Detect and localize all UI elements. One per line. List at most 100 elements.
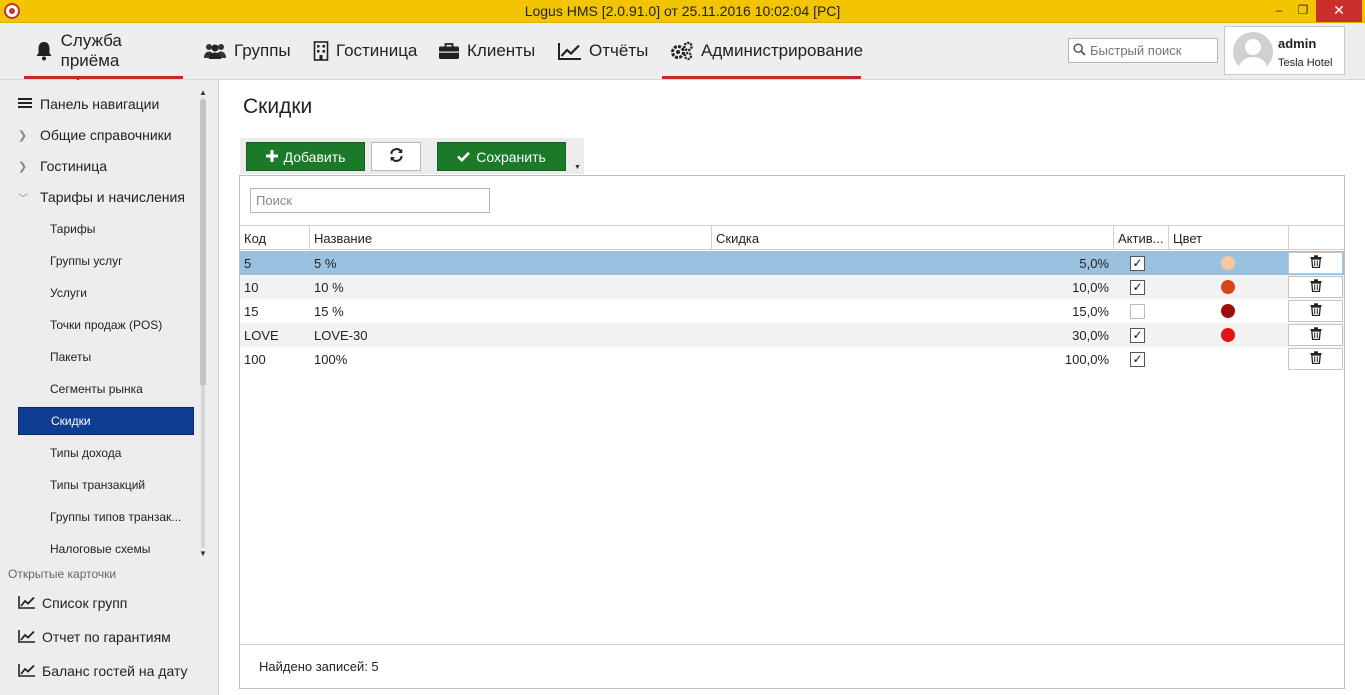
chevron-right-icon: ❯ (18, 129, 28, 142)
delete-button[interactable] (1288, 324, 1343, 346)
active-checkbox[interactable]: ✓ (1130, 351, 1145, 367)
nav-label: Группы (234, 41, 291, 60)
trash-icon (1310, 327, 1322, 343)
user-card[interactable]: admin Tesla Hotel (1224, 26, 1345, 75)
sidebar-subitem-market-segments[interactable]: Сегменты рынка (18, 375, 194, 403)
delete-button[interactable] (1288, 252, 1343, 274)
table-row[interactable]: LOVE LOVE-30 30,0% ✓ (240, 323, 1344, 347)
cell-active[interactable]: ✓ (1130, 251, 1145, 275)
cell-active[interactable] (1130, 299, 1145, 323)
chevron-down-icon: ﹀ (18, 193, 28, 205)
color-swatch (1221, 280, 1235, 294)
active-checkbox[interactable] (1130, 303, 1145, 319)
open-card-guest-balance[interactable]: Баланс гостей на дату (18, 658, 188, 684)
delete-button[interactable] (1288, 276, 1343, 298)
scrollbar-thumb[interactable] (200, 100, 206, 385)
sidebar-subitem-discounts[interactable]: Скидки (18, 407, 194, 435)
add-button[interactable]: Добавить (246, 142, 365, 171)
cell-discount: 30,0% (1072, 327, 1109, 343)
open-card-label: Баланс гостей на дату (42, 663, 188, 679)
sidebar-header[interactable]: Панель навигации (0, 90, 159, 118)
delete-button[interactable] (1288, 300, 1343, 322)
cell-code: 5 (244, 255, 252, 271)
check-icon (457, 149, 471, 165)
restore-button[interactable]: ❐ (1292, 0, 1314, 22)
sidebar-subitem-transaction-type-groups[interactable]: Группы типов транзак... (18, 503, 194, 531)
refresh-button[interactable] (371, 142, 421, 171)
nav-hotel[interactable]: Гостиница (313, 23, 417, 79)
open-card-guarantee-report[interactable]: Отчет по гарантиям (18, 624, 171, 650)
cell-code: 100 (244, 351, 266, 367)
user-name: admin (1278, 36, 1317, 51)
nav-label: Отчёты (589, 41, 649, 60)
sidebar-item-general-dictionaries[interactable]: ❯ Общие справочники (0, 121, 172, 149)
column-header-name[interactable]: Название (310, 226, 712, 250)
minimize-button[interactable]: – (1268, 0, 1290, 22)
sidebar-item-tariffs-and-charges[interactable]: ﹀ Тарифы и начисления (0, 183, 185, 211)
sidebar-subitem-tax-schemes[interactable]: Налоговые схемы (18, 535, 194, 563)
discounts-grid: Поиск Код Название Скидка Актив... Цвет … (239, 175, 1345, 689)
toolbar-overflow-icon[interactable]: ▼ (574, 164, 581, 171)
sidebar-item-hotel[interactable]: ❯ Гостиница (0, 152, 107, 180)
sidebar-subitem-tariffs[interactable]: Тарифы (18, 215, 194, 243)
cell-code: LOVE (244, 327, 279, 343)
scroll-up-icon[interactable]: ▲ (197, 88, 209, 97)
sidebar-header-label: Панель навигации (40, 96, 160, 112)
cell-active[interactable]: ✓ (1130, 347, 1145, 371)
cell-code: 15 (244, 303, 259, 319)
table-row[interactable]: 15 15 % 15,0% (240, 299, 1344, 323)
column-header-active[interactable]: Актив... (1114, 226, 1169, 250)
cell-name: 100% (314, 351, 348, 367)
bell-icon (34, 41, 54, 61)
quick-search-input[interactable] (1090, 43, 1212, 58)
sidebar-subitem-packages[interactable]: Пакеты (18, 343, 194, 371)
sidebar-subitem-income-types[interactable]: Типы дохода (18, 439, 194, 467)
save-button-label: Сохранить (476, 148, 546, 165)
trash-icon (1310, 279, 1322, 295)
quick-search[interactable] (1068, 38, 1218, 63)
trash-icon (1310, 351, 1322, 367)
active-checkbox[interactable]: ✓ (1130, 255, 1145, 271)
open-card-label: Список групп (42, 595, 128, 611)
page-title: Скидки (243, 95, 313, 118)
cell-code: 10 (244, 279, 259, 295)
nav-administration[interactable]: Администрирование (662, 23, 863, 79)
table-row[interactable]: 5 5 % 5,0% ✓ (240, 251, 1344, 275)
nav-groups[interactable]: Группы (203, 23, 291, 79)
open-card-group-list[interactable]: Список групп (18, 590, 127, 616)
hamburger-icon (18, 96, 32, 112)
column-header-discount[interactable]: Скидка (712, 226, 1114, 250)
active-checkbox[interactable]: ✓ (1130, 327, 1145, 343)
nav-front-desk[interactable]: Служба приёма (24, 23, 183, 79)
nav-reports[interactable]: Отчёты (558, 23, 648, 79)
sidebar-subitem-service-groups[interactable]: Группы услуг (18, 247, 194, 275)
sidebar-subitem-transaction-types[interactable]: Типы транзакций (18, 471, 194, 499)
sidebar-item-label: Гостиница (40, 158, 108, 174)
top-navigation: Служба приёма Группы Гостиница Клиенты О… (0, 23, 1365, 104)
cell-active[interactable]: ✓ (1130, 323, 1145, 347)
sidebar-subitem-services[interactable]: Услуги (18, 279, 194, 307)
chart-line-icon (558, 41, 582, 61)
sidebar-item-label: Общие справочники (40, 127, 172, 143)
records-count: Найдено записей: 5 (240, 644, 1344, 688)
open-cards-title: Открытые карточки (8, 567, 117, 581)
column-header-code[interactable]: Код (240, 226, 310, 250)
sidebar-subitem-pos[interactable]: Точки продаж (POS) (18, 311, 194, 339)
cell-active[interactable]: ✓ (1130, 275, 1145, 299)
active-checkbox[interactable]: ✓ (1130, 279, 1145, 295)
table-row[interactable]: 100 100% 100,0% ✓ (240, 347, 1344, 371)
delete-button[interactable] (1288, 348, 1343, 370)
chart-line-icon (18, 629, 36, 646)
save-button[interactable]: Сохранить (437, 142, 566, 171)
grid-search-input[interactable]: Поиск (250, 188, 490, 213)
chart-line-icon (18, 595, 36, 612)
sidebar-scrollbar[interactable]: ▲ ▼ (197, 88, 209, 558)
cell-color (1221, 323, 1235, 347)
scroll-down-icon[interactable]: ▼ (197, 549, 209, 558)
table-row[interactable]: 10 10 % 10,0% ✓ (240, 275, 1344, 299)
close-button[interactable]: ✕ (1316, 0, 1362, 22)
nav-clients[interactable]: Клиенты (438, 23, 535, 79)
trash-icon (1310, 303, 1322, 319)
column-header-color[interactable]: Цвет (1169, 226, 1289, 250)
search-icon (1073, 42, 1086, 59)
